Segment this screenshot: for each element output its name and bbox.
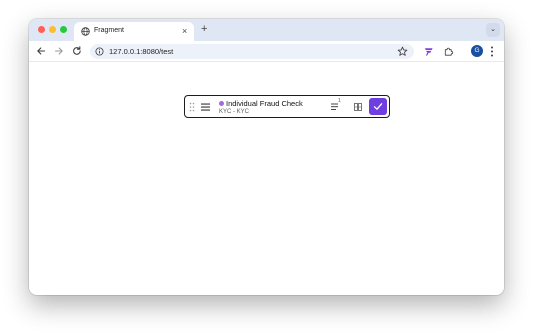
tab-search-button[interactable]: ⌄	[486, 23, 500, 37]
fraud-check-card[interactable]: Individual Fraud Check KYC - KYC 1	[184, 95, 390, 118]
tab-title: Fragment	[94, 27, 124, 34]
close-tab-icon[interactable]: ×	[182, 26, 187, 36]
list-icon[interactable]	[331, 103, 339, 111]
menu-icon[interactable]	[201, 103, 210, 111]
globe-icon	[81, 27, 90, 36]
bookmark-star-icon[interactable]	[397, 46, 408, 57]
address-bar[interactable]: 127.0.0.1:8080/test	[90, 44, 414, 59]
list-count-badge: 1	[338, 98, 341, 104]
url-text[interactable]: 127.0.0.1:8080/test	[109, 47, 173, 56]
check-icon	[373, 103, 383, 110]
grid-icon[interactable]	[354, 103, 362, 111]
card-title: Individual Fraud Check	[226, 99, 303, 108]
tab-strip: Fragment × + ⌄	[29, 19, 504, 41]
browser-window: Fragment × + ⌄ 127.0.0.1:8080/test G Ind…	[29, 19, 504, 295]
status-dot	[219, 101, 224, 106]
reload-icon[interactable]	[72, 46, 82, 56]
card-subtitle: KYC - KYC	[219, 109, 250, 115]
forward-arrow-icon[interactable]	[54, 46, 64, 56]
back-arrow-icon[interactable]	[36, 46, 46, 56]
close-window-button[interactable]	[38, 26, 45, 33]
profile-avatar[interactable]: G	[471, 45, 483, 57]
site-info-icon[interactable]	[95, 47, 104, 56]
minimize-window-button[interactable]	[49, 26, 56, 33]
drag-handle-icon[interactable]	[189, 102, 195, 112]
new-tab-button[interactable]: +	[201, 22, 207, 36]
browser-toolbar: 127.0.0.1:8080/test G	[29, 41, 504, 62]
tab-fragment[interactable]: Fragment ×	[74, 22, 194, 41]
fragment-extension-icon[interactable]	[423, 46, 434, 57]
confirm-button[interactable]	[369, 98, 387, 115]
zoom-window-button[interactable]	[60, 26, 67, 33]
page-viewport: Individual Fraud Check KYC - KYC 1	[29, 62, 504, 295]
more-menu-icon[interactable]	[490, 46, 494, 57]
extensions-puzzle-icon[interactable]	[443, 46, 454, 57]
